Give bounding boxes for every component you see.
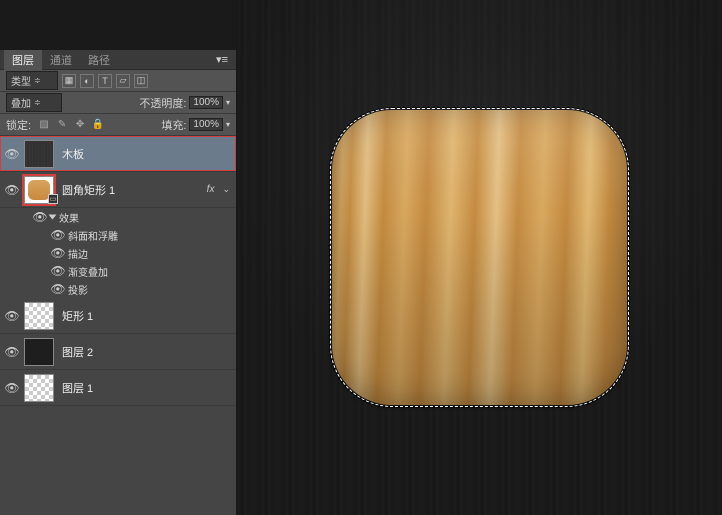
layer-row[interactable]: 👁 图层 1 <box>0 370 236 406</box>
panel-tabs: 图层 通道 路径 ▾≡ <box>0 50 236 70</box>
fill-value[interactable]: 100% <box>189 118 223 131</box>
effect-name: 描边 <box>68 246 88 261</box>
layer-name: 图层 1 <box>62 380 93 396</box>
layer-row[interactable]: 👁 ▭ 圆角矩形 1 fx ⌄ <box>0 172 236 208</box>
visibility-eye-icon[interactable]: 👁 <box>0 345 24 359</box>
visibility-eye-icon[interactable]: 👁 <box>30 210 50 224</box>
blend-row: 叠加 ≑ 不透明度: 100% ▾ <box>0 92 236 114</box>
lock-move-icon[interactable]: ✥ <box>73 118 87 132</box>
layer-row[interactable]: 👁 木板 <box>0 136 236 172</box>
layer-name: 矩形 1 <box>62 308 93 324</box>
layer-name: 圆角矩形 1 <box>62 182 115 198</box>
filter-pixel-icon[interactable]: ▦ <box>62 74 76 88</box>
fx-indicator[interactable]: fx <box>207 184 215 195</box>
tab-channels[interactable]: 通道 <box>42 50 80 70</box>
opacity-label: 不透明度: <box>139 95 186 111</box>
effects-group[interactable]: 👁 效果 <box>0 208 236 226</box>
tab-paths[interactable]: 路径 <box>80 50 118 70</box>
lock-brush-icon[interactable]: ✎ <box>55 118 69 132</box>
disclosure-icon[interactable] <box>49 215 57 220</box>
shape-mask-badge: ▭ <box>48 194 58 204</box>
layer-thumbnail[interactable] <box>24 140 54 168</box>
layers-panel: 图层 通道 路径 ▾≡ 类型 ≑ ▦ ◐ T ▱ ◫ 叠加 ≑ 不透明度: 10… <box>0 50 236 515</box>
layer-row[interactable]: 👁 矩形 1 <box>0 298 236 334</box>
canvas-area[interactable] <box>236 0 722 515</box>
visibility-eye-icon[interactable]: 👁 <box>48 264 68 278</box>
tab-layers[interactable]: 图层 <box>4 50 42 70</box>
lock-icons: ▨ ✎ ✥ 🔒 <box>37 118 105 132</box>
lock-label: 锁定: <box>6 117 31 133</box>
lock-row: 锁定: ▨ ✎ ✥ 🔒 填充: 100% ▾ <box>0 114 236 136</box>
effect-name: 投影 <box>68 282 88 297</box>
chevron-down-icon[interactable]: ▾ <box>226 120 230 129</box>
chevron-down-icon: ≑ <box>34 98 41 107</box>
effect-name: 渐变叠加 <box>68 264 108 279</box>
layer-thumbnail[interactable] <box>24 302 54 330</box>
chevron-down-icon[interactable]: ⌄ <box>222 184 230 195</box>
chevron-down-icon[interactable]: ▾ <box>226 98 230 107</box>
effect-item[interactable]: 👁投影 <box>0 280 236 298</box>
filter-type-dropdown[interactable]: 类型 ≑ <box>6 71 58 90</box>
filter-text-icon[interactable]: T <box>98 74 112 88</box>
visibility-eye-icon[interactable]: 👁 <box>48 246 68 260</box>
filter-smart-icon[interactable]: ◫ <box>134 74 148 88</box>
visibility-eye-icon[interactable]: 👁 <box>0 183 24 197</box>
layer-thumbnail[interactable] <box>24 374 54 402</box>
visibility-eye-icon[interactable]: 👁 <box>48 282 68 296</box>
layer-name: 木板 <box>62 146 84 162</box>
rounded-rect-shape[interactable] <box>332 110 627 405</box>
blend-mode-value: 叠加 <box>11 95 31 110</box>
panel-menu-icon[interactable]: ▾≡ <box>212 53 232 66</box>
filter-label: 类型 <box>11 73 31 88</box>
visibility-eye-icon[interactable]: 👁 <box>0 147 24 161</box>
filter-shape-icon[interactable]: ▱ <box>116 74 130 88</box>
effect-item[interactable]: 👁描边 <box>0 244 236 262</box>
effects-label: 效果 <box>59 210 79 225</box>
filter-type-row: 类型 ≑ ▦ ◐ T ▱ ◫ <box>0 70 236 92</box>
visibility-eye-icon[interactable]: 👁 <box>0 309 24 323</box>
visibility-eye-icon[interactable]: 👁 <box>48 228 68 242</box>
effect-item[interactable]: 👁斜面和浮雕 <box>0 226 236 244</box>
layer-thumbnail[interactable] <box>24 338 54 366</box>
lock-all-icon[interactable]: 🔒 <box>91 118 105 132</box>
visibility-eye-icon[interactable]: 👁 <box>0 381 24 395</box>
effect-name: 斜面和浮雕 <box>68 228 118 243</box>
filter-adjust-icon[interactable]: ◐ <box>80 74 94 88</box>
layer-name: 图层 2 <box>62 344 93 360</box>
opacity-value[interactable]: 100% <box>189 96 223 109</box>
lock-transparent-icon[interactable]: ▨ <box>37 118 51 132</box>
fill-label: 填充: <box>161 117 186 133</box>
marching-ants-selection <box>330 108 629 407</box>
layer-row[interactable]: 👁 图层 2 <box>0 334 236 370</box>
blend-mode-dropdown[interactable]: 叠加 ≑ <box>6 93 62 112</box>
layers-list: 👁 木板 👁 ▭ 圆角矩形 1 fx ⌄ 👁 效果 👁斜面和浮雕 👁描边 👁渐变… <box>0 136 236 515</box>
chevron-down-icon: ≑ <box>34 76 41 85</box>
effect-item[interactable]: 👁渐变叠加 <box>0 262 236 280</box>
